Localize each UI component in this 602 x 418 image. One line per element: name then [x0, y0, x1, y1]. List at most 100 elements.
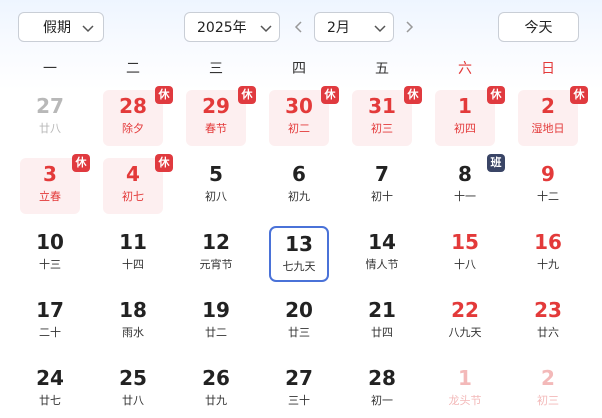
day-number: 27	[36, 94, 64, 118]
rest-day-badge: 休	[238, 86, 256, 104]
weekday-label: 一	[43, 61, 57, 77]
lunar-label: 初一	[371, 394, 393, 407]
day-cell[interactable]: 1 初四 休	[435, 86, 505, 146]
rest-day-badge: 休	[321, 86, 339, 104]
weekday-header: 一二三四五六日	[0, 58, 602, 82]
day-cell[interactable]: 26 廿九	[186, 362, 246, 418]
lunar-label: 廿八	[39, 122, 61, 135]
lunar-label: 春节	[205, 122, 227, 135]
chevron-down-icon	[374, 25, 386, 33]
day-number: 18	[119, 298, 147, 322]
day-number: 25	[119, 366, 147, 390]
prev-month-icon[interactable]	[292, 19, 306, 35]
day-cell[interactable]: 25 廿八	[103, 362, 163, 418]
day-number: 12	[202, 230, 230, 254]
day-number: 9	[541, 162, 555, 186]
day-cell[interactable]: 27 廿八	[20, 90, 80, 146]
lunar-label: 立春	[39, 190, 61, 203]
chevron-down-icon	[260, 25, 272, 33]
lunar-label: 二十	[39, 326, 61, 339]
day-cell[interactable]: 8 十一 班	[435, 154, 505, 214]
month-select[interactable]: 2月	[314, 12, 394, 42]
day-number: 21	[368, 298, 396, 322]
day-number: 24	[36, 366, 64, 390]
calendar-toolbar: 假期 2025年 2月 今天	[0, 0, 602, 56]
holiday-select-label: 假期	[43, 20, 71, 36]
weekday-label: 五	[375, 61, 389, 77]
day-number: 15	[451, 230, 479, 254]
day-number: 10	[36, 230, 64, 254]
lunar-label: 廿七	[39, 394, 61, 407]
lunar-label: 十四	[122, 258, 144, 271]
day-cell[interactable]: 12 元宵节	[186, 226, 246, 282]
day-cell[interactable]: 3 立春 休	[20, 154, 90, 214]
weekday-label: 六	[458, 61, 472, 77]
lunar-label: 情人节	[365, 258, 399, 271]
day-cell[interactable]: 16 十九	[518, 226, 578, 282]
day-cell[interactable]: 7 初十	[352, 158, 412, 214]
day-cell[interactable]: 18 雨水	[103, 294, 163, 350]
day-number: 13	[285, 232, 313, 256]
day-number: 1	[458, 366, 472, 390]
day-cell[interactable]: 10 十三	[20, 226, 80, 282]
lunar-label: 廿八	[122, 394, 144, 407]
rest-day-badge: 休	[570, 86, 588, 104]
day-cell[interactable]: 21 廿四	[352, 294, 412, 350]
day-cell[interactable]: 9 十二	[518, 158, 578, 214]
day-cell[interactable]: 5 初八	[186, 158, 246, 214]
day-cell[interactable]: 6 初九	[269, 158, 329, 214]
day-cell[interactable]: 28 初一	[352, 362, 412, 418]
day-number: 22	[451, 298, 479, 322]
day-cell[interactable]: 17 二十	[20, 294, 80, 350]
lunar-label: 廿九	[205, 394, 227, 407]
year-select-label: 2025年	[197, 20, 247, 36]
today-button[interactable]: 今天	[498, 12, 579, 42]
day-number: 29	[202, 94, 230, 118]
day-cell[interactable]: 2 初三	[518, 362, 578, 418]
day-cell[interactable]: 28 除夕 休	[103, 86, 173, 146]
day-cell[interactable]: 19 廿二	[186, 294, 246, 350]
day-cell[interactable]: 30 初二 休	[269, 86, 339, 146]
day-cell-today[interactable]: 13 七九天	[269, 226, 329, 282]
day-cell[interactable]: 2 湿地日 休	[518, 86, 588, 146]
lunar-label: 初九	[288, 190, 310, 203]
rest-day-badge: 休	[155, 154, 173, 172]
day-number: 7	[375, 162, 389, 186]
day-number: 1	[458, 94, 472, 118]
day-cell[interactable]: 11 十四	[103, 226, 163, 282]
day-number: 23	[534, 298, 562, 322]
day-number: 6	[292, 162, 306, 186]
day-number: 19	[202, 298, 230, 322]
weekday-label: 三	[209, 61, 223, 77]
rest-day-badge: 休	[72, 154, 90, 172]
lunar-label: 十八	[454, 258, 476, 271]
lunar-label: 七九天	[282, 260, 316, 273]
day-cell[interactable]: 23 廿六	[518, 294, 578, 350]
day-cell[interactable]: 24 廿七	[20, 362, 80, 418]
weekday-label: 四	[292, 61, 306, 77]
day-cell[interactable]: 15 十八	[435, 226, 495, 282]
day-number: 14	[368, 230, 396, 254]
day-number: 2	[541, 366, 555, 390]
day-cell[interactable]: 1 龙头节	[435, 362, 495, 418]
lunar-label: 除夕	[122, 122, 144, 135]
day-cell[interactable]: 22 八九天	[435, 294, 495, 350]
next-month-icon[interactable]	[402, 19, 416, 35]
day-cell[interactable]: 4 初七 休	[103, 154, 173, 214]
day-cell[interactable]: 31 初三 休	[352, 86, 422, 146]
year-select[interactable]: 2025年	[184, 12, 280, 42]
day-cell[interactable]: 14 情人节	[352, 226, 412, 282]
lunar-label: 初三	[537, 394, 559, 407]
rest-day-badge: 休	[404, 86, 422, 104]
day-cell[interactable]: 27 三十	[269, 362, 329, 418]
lunar-label: 初七	[122, 190, 144, 203]
lunar-label: 八九天	[448, 326, 482, 339]
lunar-label: 元宵节	[199, 258, 233, 271]
holiday-select[interactable]: 假期	[18, 12, 104, 42]
day-number: 5	[209, 162, 223, 186]
day-number: 30	[285, 94, 313, 118]
day-cell[interactable]: 20 廿三	[269, 294, 329, 350]
day-cell[interactable]: 29 春节 休	[186, 86, 256, 146]
day-number: 28	[119, 94, 147, 118]
day-number: 20	[285, 298, 313, 322]
